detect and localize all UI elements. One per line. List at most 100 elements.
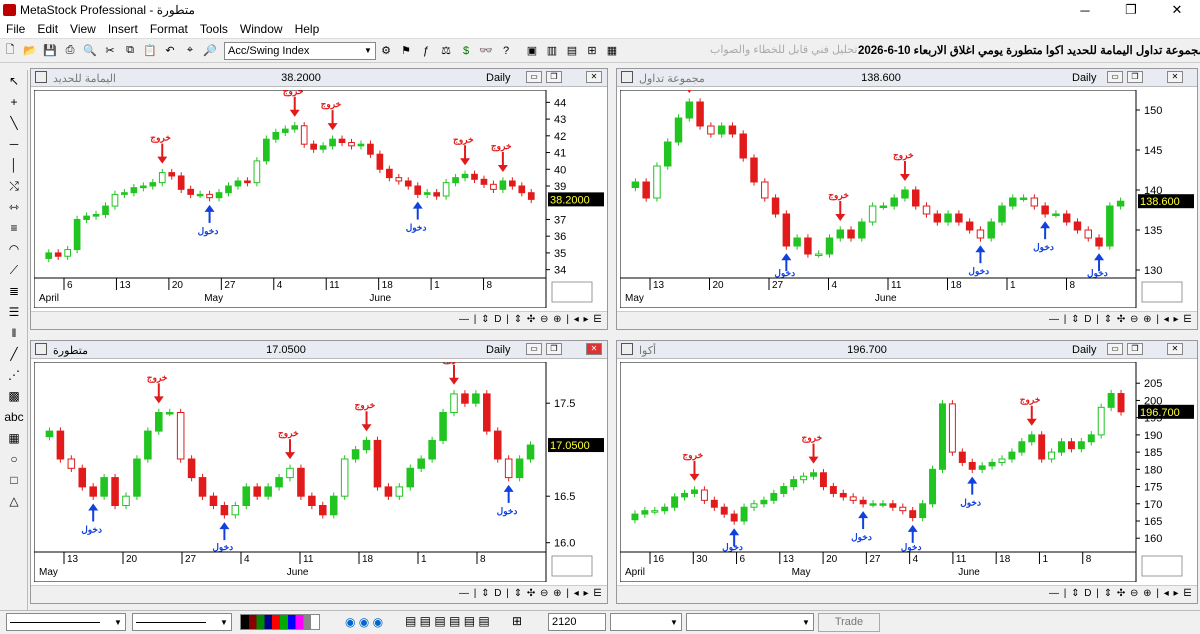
speed-lines-icon[interactable]: ⋰ [3, 365, 25, 385]
triangle-icon[interactable]: △ [3, 491, 25, 511]
vertical-line-icon[interactable]: │ [3, 155, 25, 175]
paste-icon[interactable]: 📋 [142, 43, 158, 59]
print-icon[interactable]: ⎙ [62, 43, 78, 59]
expert-icon[interactable]: ⚙ [378, 43, 394, 59]
system-tester-icon[interactable]: ⚖ [438, 43, 454, 59]
fibonacci-icon[interactable]: ≣ [3, 281, 25, 301]
chart-window-tadawul-group[interactable]: مجموعة تداول 138.600 Daily ▭ ❐ ✕ 150 145 1… [616, 68, 1198, 330]
layout-icons[interactable]: ▤ ▤ ▤ ▤ ▤ ▤ [405, 614, 490, 628]
windows-icon[interactable]: ⊞ [512, 614, 522, 628]
trade-button[interactable]: Trade [818, 613, 880, 632]
retracement-icon[interactable]: ☰ [3, 302, 25, 322]
price-chart[interactable]: 150145140135130138.600خروجدخولخروجخروجدخ… [620, 90, 1196, 308]
ellipse-icon[interactable]: ○ [3, 449, 25, 469]
chart-window-acwa[interactable]: أكوا 196.700 Daily ▭ ❐ ✕ 205200195190185… [616, 340, 1198, 604]
tile-horizontal-icon[interactable]: ▤ [564, 43, 580, 59]
pointer-icon[interactable]: ↖ [3, 71, 25, 91]
window-close-button[interactable]: ✕ [1167, 343, 1183, 355]
candle [439, 412, 447, 441]
candle [804, 237, 812, 255]
menu-tools[interactable]: Tools [194, 22, 234, 36]
menu-help[interactable]: Help [289, 22, 326, 36]
fan-icon[interactable]: ⟋ [3, 260, 25, 280]
scroll-controls-icon[interactable]: — | ⇕ D | ⇕ ✣ ⊖ ⊕ | ◂ ▸ ⋿ [1049, 314, 1193, 325]
save-icon[interactable]: 💾 [42, 43, 58, 59]
candle [859, 499, 867, 505]
price-chart[interactable]: 4443424140393736353438.2000خروجدخولخروجخ… [34, 90, 606, 308]
candle [948, 403, 956, 453]
undo-icon[interactable]: ↶ [162, 43, 178, 59]
crosshair-icon[interactable]: ⌖ [182, 43, 198, 59]
window-minimize-button[interactable]: ▭ [1107, 71, 1123, 83]
account-select[interactable]: ▼ [610, 613, 682, 631]
price-chart[interactable]: 205200195190185180175170165160196.700خرو… [620, 362, 1196, 582]
open-folder-icon[interactable]: 📂 [22, 43, 38, 59]
symbol-select[interactable]: ▼ [686, 613, 814, 631]
color-palette[interactable] [240, 614, 320, 630]
window-restore-button[interactable]: ❐ [1127, 343, 1143, 355]
cross-icon[interactable]: + [3, 92, 25, 112]
horizontal-line-icon[interactable]: ─ [3, 134, 25, 154]
candle [1095, 237, 1103, 247]
menu-insert[interactable]: Insert [102, 22, 144, 36]
minimize-button[interactable]: ─ [1062, 0, 1108, 20]
tile-vertical-icon[interactable]: ▥ [544, 43, 560, 59]
text-icon[interactable]: abc [3, 407, 25, 427]
move-icon[interactable]: ⇿ [3, 197, 25, 217]
cycle-icon[interactable]: ⤭ [3, 176, 25, 196]
line-weight-select[interactable]: ▼ [132, 613, 232, 631]
cut-icon[interactable]: ✂ [102, 43, 118, 59]
trendline-icon[interactable]: ╲ [3, 113, 25, 133]
cascade-icon[interactable]: ▣ [524, 43, 540, 59]
grid-icon[interactable]: ▦ [3, 428, 25, 448]
binoculars-icon[interactable]: 👓 [478, 43, 494, 59]
dollar-icon[interactable]: $ [458, 43, 474, 59]
candle [64, 249, 71, 257]
help-icon[interactable]: ? [498, 43, 514, 59]
menu-view[interactable]: View [64, 22, 102, 36]
candle [362, 439, 371, 451]
arc-icon[interactable]: ◠ [3, 239, 25, 259]
candle [739, 133, 747, 159]
scroll-controls-icon[interactable]: — | ⇕ D | ⇕ ✣ ⊖ ⊕ | ◂ ▸ ⋿ [459, 314, 603, 325]
menu-window[interactable]: Window [234, 22, 289, 36]
browser-icon[interactable]: ◉ ◉ ◉ [345, 615, 383, 629]
channel-icon[interactable]: ≡ [3, 218, 25, 238]
line-style-select[interactable]: ▼ [6, 613, 126, 631]
window-close-button[interactable]: ✕ [1167, 71, 1183, 83]
menu-edit[interactable]: Edit [31, 22, 64, 36]
indicator-select[interactable]: Acc/Swing Index ▼ [224, 41, 376, 60]
scroll-controls-icon[interactable]: — | ⇕ D | ⇕ ✣ ⊖ ⊕ | ◂ ▸ ⋿ [1049, 588, 1193, 599]
tile-grid-icon[interactable]: ⊞ [584, 43, 600, 59]
arrange-icon[interactable]: ▦ [604, 43, 620, 59]
chart-window-mutatawira[interactable]: متطورة 17.0500 Daily ▭ ❐ ✕ 17.5 16.5 16.0 1… [30, 340, 608, 604]
zoom-icon[interactable]: 🔎 [202, 43, 218, 59]
print-preview-icon[interactable]: 🔍 [82, 43, 98, 59]
window-restore-button[interactable]: ❐ [546, 343, 562, 355]
close-button[interactable]: ✕ [1154, 0, 1200, 20]
pattern-icon[interactable]: ▩ [3, 386, 25, 406]
zoom-value-field[interactable]: 2120 [548, 613, 606, 631]
new-icon[interactable]: 🗋 [2, 43, 18, 59]
gann-icon[interactable]: ‖ [3, 323, 25, 343]
window-minimize-button[interactable]: ▭ [526, 343, 542, 355]
window-minimize-button[interactable]: ▭ [1107, 343, 1123, 355]
candle [750, 157, 758, 183]
price-chart[interactable]: 17.516.516.017.0500دخولخروجدخولخروجخروجخ… [34, 362, 606, 582]
window-close-button[interactable]: ✕ [586, 71, 602, 83]
window-minimize-button[interactable]: ▭ [526, 71, 542, 83]
menu-file[interactable]: File [0, 22, 31, 36]
window-close-button[interactable]: ✕ [586, 343, 602, 355]
window-restore-button[interactable]: ❐ [546, 71, 562, 83]
scroll-controls-icon[interactable]: — | ⇕ D | ⇕ ✣ ⊖ ⊕ | ◂ ▸ ⋿ [459, 588, 603, 599]
maximize-button[interactable]: ❐ [1108, 0, 1154, 20]
candle [1052, 213, 1060, 216]
formula-icon[interactable]: ƒ [418, 43, 434, 59]
chart-window-yamamah[interactable]: اليمامة للحديد 38.2000 Daily ▭ ❐ ✕ 44 43 4… [30, 68, 608, 330]
window-restore-button[interactable]: ❐ [1127, 71, 1143, 83]
explorer-icon[interactable]: ⚑ [398, 43, 414, 59]
rectangle-icon[interactable]: □ [3, 470, 25, 490]
menu-format[interactable]: Format [144, 22, 194, 36]
copy-icon[interactable]: ⧉ [122, 43, 138, 59]
line-tool-icon[interactable]: ╱ [3, 344, 25, 364]
